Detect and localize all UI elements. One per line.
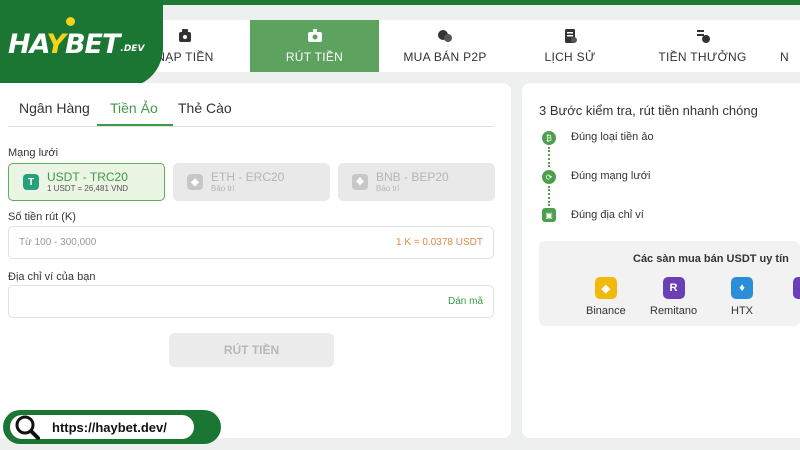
bnb-icon: ❖: [352, 174, 368, 190]
search-icon: [15, 415, 40, 440]
nav-withdraw[interactable]: RÚT TIỀN: [250, 20, 379, 72]
step-3-text: Đúng địa chỉ ví: [571, 209, 644, 221]
nav-bonus[interactable]: TIỀN THƯỞNG: [645, 20, 760, 72]
tab-card[interactable]: Thẻ Cào: [178, 100, 232, 116]
step-1-text: Đúng loại tiền ảo: [571, 131, 654, 143]
step-2-text: Đúng mạng lưới: [571, 170, 651, 182]
amount-label: Số tiền rút (K): [8, 211, 76, 223]
paste-button[interactable]: Dán mã: [448, 296, 483, 307]
network-option-erc20[interactable]: ◆ ETH - ERC20 Bảo trì: [173, 163, 330, 201]
network-label: Mạng lưới: [8, 147, 59, 159]
steps-title: 3 Bước kiểm tra, rút tiền nhanh chóng: [539, 103, 758, 118]
wallet-address-input[interactable]: Dán mã: [8, 285, 494, 318]
htx-icon: ♦: [731, 277, 753, 299]
exchange-label: Remitano: [650, 305, 698, 317]
bonus-icon: [696, 30, 710, 43]
exchange-label: HTX: [731, 305, 753, 317]
remitano-icon: R: [662, 277, 685, 299]
method-tabs: Ngân Hàng Tiền Ảo Thẻ Cào: [8, 97, 494, 127]
wallet-icon: [179, 29, 191, 42]
nav-p2p-label: MUA BÁN P2P: [403, 50, 487, 64]
network-name: USDT - TRC20: [47, 169, 128, 184]
coins-icon: [438, 30, 452, 42]
nav-bonus-label: TIỀN THƯỞNG: [658, 50, 747, 64]
site-url-badge: https://haybet.dev/: [3, 410, 221, 444]
network-status: Bảo trì: [211, 183, 235, 193]
exchange-label: Binance: [586, 305, 626, 317]
network-name: BNB - BEP20: [376, 169, 449, 184]
guide-panel: 3 Bước kiểm tra, rút tiền nhanh chóng ₿ …: [522, 83, 800, 438]
conversion-rate: 1 K = 0.0378 USDT: [396, 237, 483, 248]
site-url: https://haybet.dev/: [52, 419, 167, 435]
history-icon: [565, 29, 577, 43]
exchange-htx[interactable]: ♦ HTX: [731, 277, 753, 317]
exchange-binance[interactable]: ◆ Binance: [586, 277, 626, 317]
binance-icon: ◆: [594, 277, 617, 299]
coin-icon: ₿: [542, 131, 556, 145]
exchanges-title: Các sàn mua bán USDT uy tín: [633, 253, 789, 265]
network-icon: ⟳: [542, 170, 556, 184]
tab-bank[interactable]: Ngân Hàng: [19, 100, 90, 116]
url-pill: https://haybet.dev/: [10, 415, 194, 440]
nav-more-label: N: [780, 50, 789, 64]
withdraw-form-panel: Ngân Hàng Tiền Ảo Thẻ Cào Mạng lưới T US…: [0, 83, 511, 438]
tab-crypto[interactable]: Tiền Ảo: [110, 100, 158, 116]
withdraw-icon: [307, 29, 322, 42]
nav-more[interactable]: N: [780, 20, 800, 72]
network-name: ETH - ERC20: [211, 169, 285, 184]
network-status: Bảo trì: [376, 183, 400, 193]
network-rate: 1 USDT = 26,481 VND: [47, 183, 129, 193]
nav-history-label: LỊCH SỬ: [544, 50, 596, 64]
active-tab-indicator: [97, 124, 173, 126]
exchange-remitano[interactable]: R Remitano: [650, 277, 697, 317]
nav-p2p[interactable]: MUA BÁN P2P: [390, 20, 500, 72]
exchange-icon: [793, 277, 800, 299]
withdraw-submit-button[interactable]: RÚT TIỀN: [169, 333, 334, 367]
address-label: Địa chỉ ví của bạn: [8, 271, 96, 283]
logo-wordmark: HAYBET: [8, 28, 120, 60]
nav-deposit-label: NẠP TIỀN: [156, 50, 214, 64]
nav-withdraw-label: RÚT TIỀN: [285, 50, 344, 64]
step-connector: [548, 186, 550, 206]
nav-history[interactable]: LỊCH SỬ: [515, 20, 625, 72]
exchanges-box: Các sàn mua bán USDT uy tín ◆ Binance R …: [539, 241, 800, 326]
exchange-partial[interactable]: C: [793, 277, 800, 317]
brand-logo[interactable]: HAYBET .DEV: [0, 0, 163, 88]
network-option-bep20[interactable]: ❖ BNB - BEP20 Bảo trì: [338, 163, 495, 201]
ethereum-icon: ◆: [187, 174, 203, 190]
wallet-icon: ▣: [542, 208, 556, 222]
amount-placeholder: Từ 100 - 300,000: [19, 237, 97, 248]
logo-suffix: .DEV: [120, 44, 145, 54]
network-option-trc20[interactable]: T USDT - TRC20 1 USDT = 26,481 VND: [8, 163, 165, 201]
ball-icon: [66, 17, 75, 26]
step-connector: [548, 147, 550, 167]
tether-icon: T: [23, 174, 39, 190]
amount-input[interactable]: Từ 100 - 300,000 1 K = 0.0378 USDT: [8, 226, 494, 259]
